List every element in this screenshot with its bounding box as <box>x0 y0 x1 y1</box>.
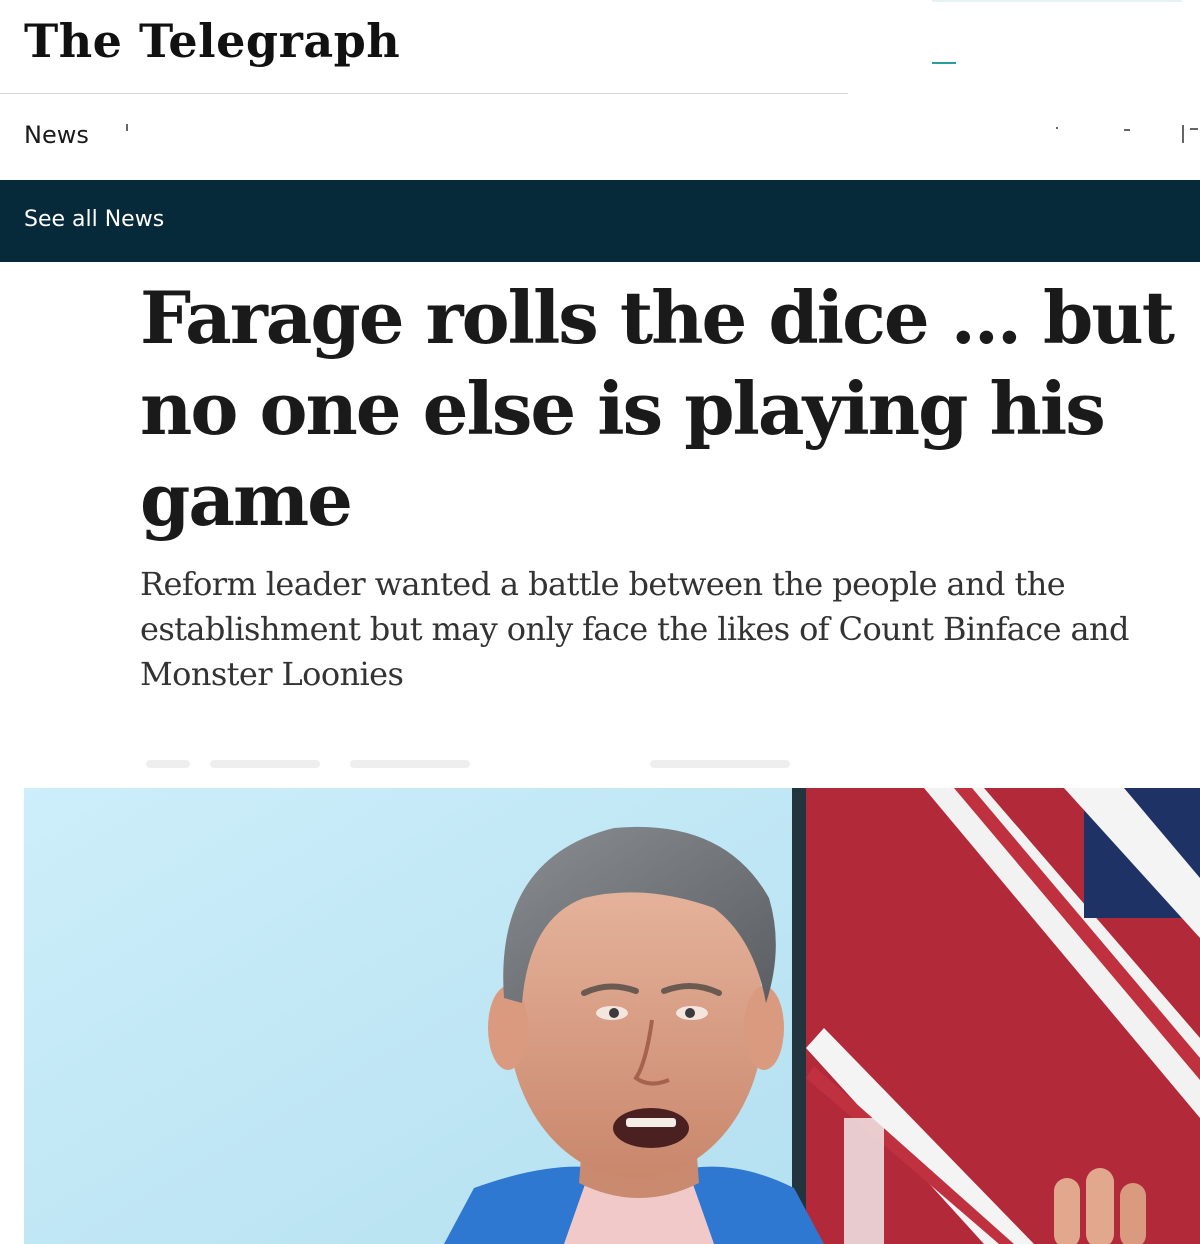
nav-divider-mark <box>1056 127 1058 129</box>
union-flag <box>806 788 1200 1244</box>
nav-divider-mark <box>1190 128 1198 130</box>
byline-placeholder <box>146 760 190 768</box>
teeth <box>626 1118 676 1127</box>
article-page: The Telegraph News See all News Farage r… <box>0 0 1200 1244</box>
nav-divider-mark <box>1124 129 1130 131</box>
right-ear <box>744 986 784 1070</box>
nav-divider-mark <box>126 124 128 131</box>
byline-placeholder <box>210 760 320 768</box>
masthead: The Telegraph <box>0 0 1200 94</box>
right-pupil <box>685 1008 695 1018</box>
hero-photo-illustration <box>24 788 1200 1244</box>
byline-placeholder <box>350 760 470 768</box>
mouth <box>613 1108 689 1148</box>
section-bar: See all News <box>0 180 1200 262</box>
primary-nav: News <box>0 94 1200 180</box>
left-pupil <box>609 1008 619 1018</box>
nav-item-news[interactable]: News <box>24 120 89 150</box>
nav-divider-mark <box>1182 125 1184 143</box>
see-all-news-link[interactable]: See all News <box>24 205 164 235</box>
byline-placeholder <box>650 760 790 768</box>
telegraph-logo[interactable]: The Telegraph <box>24 6 400 76</box>
article-standfirst: Reform leader wanted a battle between th… <box>140 565 1129 693</box>
masthead-accent-mark <box>932 62 956 64</box>
masthead-accent-line <box>932 0 1182 2</box>
article-headline: Farage rolls the dice ... but no one els… <box>140 275 1175 542</box>
stage-panel-edge <box>792 788 806 1244</box>
hero-image[interactable] <box>24 788 1200 1244</box>
